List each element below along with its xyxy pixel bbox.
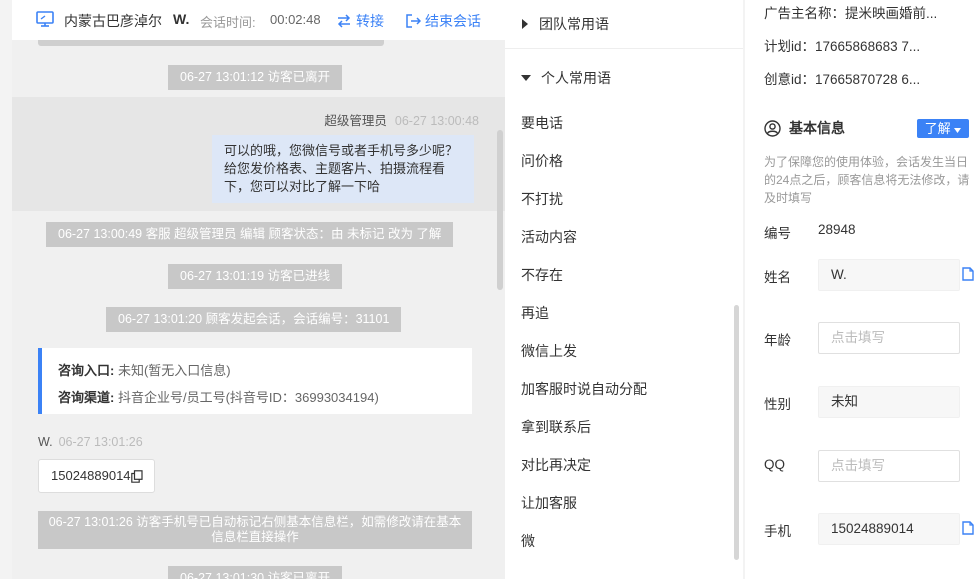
consult-info-card: 咨询入口: 未知(暂无入口信息) 咨询渠道: 抖音企业号/员工号(抖音号ID：3… <box>38 348 472 414</box>
phrase-item[interactable]: 再追 <box>521 303 549 323</box>
channel-value: 抖音企业号/员工号(抖音号ID：36993034194) <box>117 390 379 405</box>
name-label: 姓名 <box>764 270 791 285</box>
phrase-item[interactable]: 活动内容 <box>521 227 577 247</box>
visitor-message-bubble: 15024889014 <box>38 459 155 493</box>
caret-down-icon <box>521 75 531 81</box>
chat-workspace: 内蒙古巴彦淖尔 W. 会话时间: 00:02:48 转接 结束会话 06-27 … <box>0 0 975 579</box>
name-field[interactable]: W. <box>818 259 960 291</box>
edit-icon[interactable] <box>962 267 974 281</box>
system-message: 06-27 13:01:12 访客已离开 <box>168 65 343 90</box>
end-session-label: 结束会话 <box>425 13 481 29</box>
system-message: 06-27 13:00:49 客服 超级管理员 编辑 顾客状态：由 未标记 改为… <box>46 222 454 247</box>
plan-id: 计划id：17665868683 7... <box>764 39 921 54</box>
phrases-scrollbar[interactable] <box>734 305 739 560</box>
monitor-icon <box>36 11 54 27</box>
system-message: 06-27 13:01:30 访客已离开 <box>168 566 343 579</box>
phrase-item[interactable]: 微 <box>521 531 535 551</box>
divider <box>505 48 743 49</box>
phone-label: 手机 <box>764 524 791 539</box>
transfer-icon <box>337 14 351 28</box>
session-time-label: 会话时间: <box>200 15 256 30</box>
channel-label: 咨询渠道: <box>58 390 115 405</box>
entry-value: 未知(暂无入口信息) <box>117 363 231 378</box>
phrase-item[interactable]: 微信上发 <box>521 341 577 361</box>
user-circle-icon <box>764 119 781 137</box>
id-value: 28948 <box>818 222 856 237</box>
phrase-item[interactable]: 问价格 <box>521 151 563 171</box>
id-label: 编号 <box>764 226 791 241</box>
system-message: 06-27 13:01:26 访客手机号已自动标记右侧基本信息栏，如需修改请在基… <box>38 511 472 549</box>
basic-info-label: 基本信息 <box>789 120 845 136</box>
qq-field[interactable]: 点击填写 <box>818 450 960 482</box>
caret-down-icon <box>954 128 962 133</box>
status-dropdown[interactable]: 了解 <box>917 119 969 138</box>
age-label: 年龄 <box>764 333 791 348</box>
group-personal-phrases[interactable]: 个人常用语 <box>521 68 611 88</box>
visitor-phone-text: 15024889014 <box>51 468 131 483</box>
copy-icon[interactable] <box>130 470 143 483</box>
edit-icon[interactable] <box>962 521 974 535</box>
gender-label: 性别 <box>764 397 791 412</box>
qq-label: QQ <box>764 457 786 472</box>
group-team-label: 团队常用语 <box>539 16 609 32</box>
agent-timestamp: 06-27 13:00:48 <box>394 114 479 128</box>
phrase-item[interactable]: 要电话 <box>521 113 563 133</box>
phrase-item[interactable]: 不存在 <box>521 265 563 285</box>
phrase-item[interactable]: 让加客服 <box>521 493 577 513</box>
phrase-item[interactable]: 加客服时说自动分配 <box>521 379 647 399</box>
visitor-timestamp: 06-27 13:01:26 <box>58 435 143 449</box>
creative-id: 创意id：17665870728 6... <box>764 72 921 87</box>
visitor-name: W. <box>173 11 190 27</box>
agent-message-bubble: 可以的哦，您微信号或者手机号多少呢？给您发价格表、主题客片、拍摄流程看下，您可以… <box>212 135 474 203</box>
age-field[interactable]: 点击填写 <box>818 322 960 354</box>
transfer-button[interactable]: 转接 <box>336 11 384 31</box>
customer-info-panel: 广告主名称：提米映画婚前... 计划id：17665868683 7... 创意… <box>745 0 975 579</box>
visitor-message-meta: W. 06-27 13:01:26 <box>38 435 143 449</box>
status-dropdown-value: 了解 <box>924 121 951 136</box>
logout-icon <box>406 14 421 28</box>
phrase-item[interactable]: 对比再决定 <box>521 455 591 475</box>
ad-owner: 广告主名称：提米映画婚前... <box>764 6 938 21</box>
quick-phrases-panel: 团队常用语 个人常用语 要电话 问价格 不打扰 活动内容 不存在 再追 微信上发… <box>505 0 743 579</box>
phrase-item[interactable]: 拿到联系后 <box>521 417 591 437</box>
caret-right-icon <box>522 19 528 29</box>
agent-message-meta: 超级管理员 06-27 13:00:48 <box>324 110 479 129</box>
session-time-value: 00:02:48 <box>270 12 321 27</box>
basic-info-title: 基本信息 <box>764 118 845 138</box>
phone-field[interactable]: 15024889014 <box>818 513 960 545</box>
end-session-button[interactable]: 结束会话 <box>406 11 481 31</box>
transfer-label: 转接 <box>356 13 384 29</box>
group-personal-label: 个人常用语 <box>541 70 611 86</box>
system-message: 06-27 13:01:19 访客已进线 <box>168 264 343 289</box>
agent-name: 超级管理员 <box>324 114 387 128</box>
chat-header: 内蒙古巴彦淖尔 W. 会话时间: 00:02:48 转接 结束会话 <box>12 0 505 40</box>
gender-field[interactable]: 未知 <box>818 386 960 418</box>
chat-scrollbar[interactable] <box>497 130 503 290</box>
phrase-item[interactable]: 不打扰 <box>521 189 563 209</box>
chat-panel: 内蒙古巴彦淖尔 W. 会话时间: 00:02:48 转接 结束会话 06-27 … <box>12 0 505 579</box>
edit-notice: 为了保障您的使用体验，会话发生当日的24点之后，顾客信息将无法修改，请及时填写 <box>764 155 970 205</box>
scrollbar-thumb[interactable] <box>38 40 384 46</box>
visitor-name-label: W. <box>38 435 53 449</box>
system-message: 06-27 13:01:20 顾客发起会话，会话编号：31101 <box>106 307 402 332</box>
group-team-phrases[interactable]: 团队常用语 <box>521 14 609 34</box>
entry-label: 咨询入口: <box>58 363 115 378</box>
visitor-location: 内蒙古巴彦淖尔 <box>64 13 162 29</box>
horizontal-scrollbar[interactable] <box>12 40 505 46</box>
